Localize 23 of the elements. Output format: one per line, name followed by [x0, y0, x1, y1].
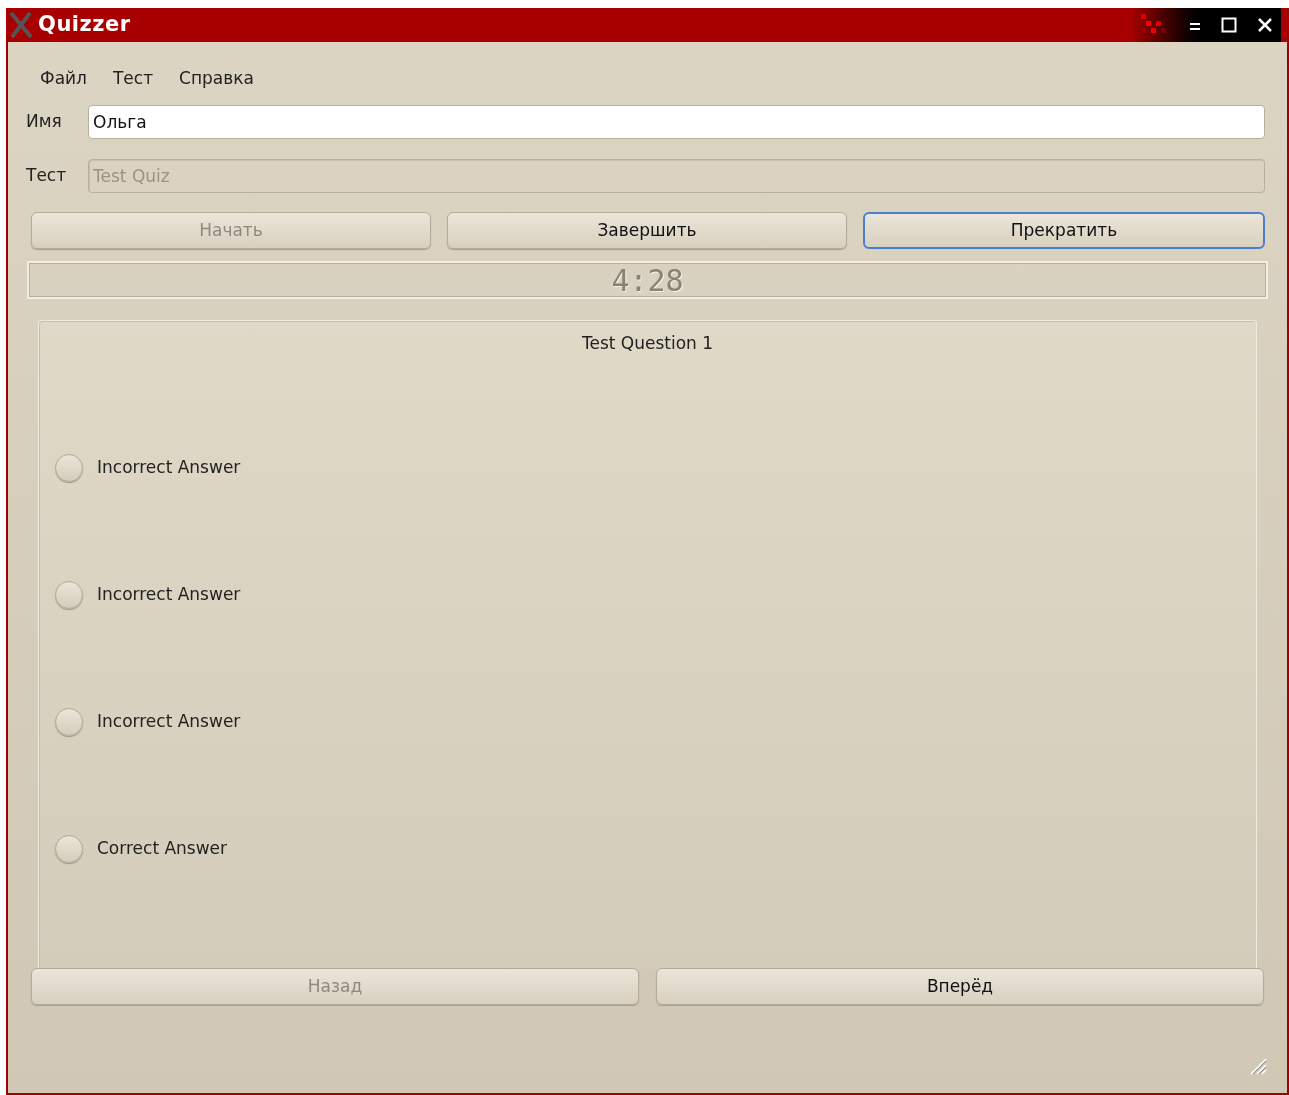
close-icon[interactable] [1257, 17, 1273, 33]
answer-label[interactable]: Incorrect Answer [97, 708, 241, 735]
nav-button[interactable]: Вперёд [656, 968, 1264, 1005]
field-label: Тест [26, 164, 68, 188]
menu-item[interactable]: Файл [40, 66, 87, 92]
answer-label[interactable]: Incorrect Answer [97, 581, 241, 608]
menu-item[interactable]: Тест [112, 66, 154, 92]
input-field[interactable]: Ольга [88, 105, 1265, 139]
radio-button[interactable] [55, 834, 83, 863]
x-logo-icon [8, 11, 34, 39]
radio-button[interactable] [55, 580, 83, 609]
action-button[interactable]: Прекратить [863, 212, 1265, 249]
menu-item[interactable]: Справка [179, 66, 254, 92]
radio-button[interactable] [55, 707, 83, 736]
field-label: Имя [26, 110, 63, 134]
answer-label[interactable]: Correct Answer [97, 835, 228, 862]
timer-display: 4:28 [27, 261, 1268, 299]
question-title: Test Question 1 [581, 332, 714, 355]
window-title: Quizzer [38, 11, 131, 39]
radio-button[interactable] [55, 453, 83, 482]
maximize-icon[interactable] [1221, 17, 1237, 33]
answer-label[interactable]: Incorrect Answer [97, 454, 241, 481]
action-button[interactable]: Завершить [447, 212, 847, 249]
